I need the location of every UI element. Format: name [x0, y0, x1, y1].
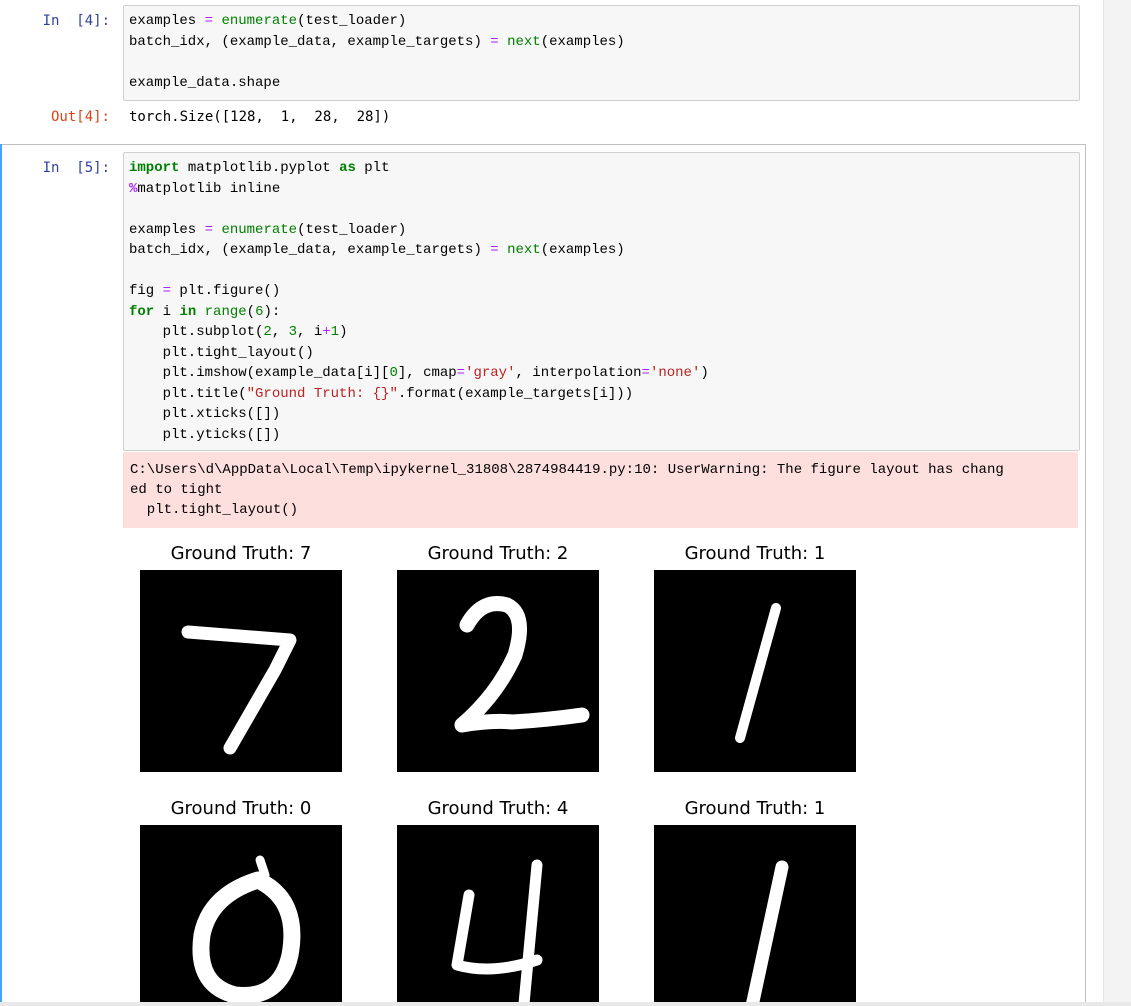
digit-image	[397, 570, 599, 772]
stderr-line: C:\Users\d\AppData\Local\Temp\ipykernel_…	[130, 462, 1004, 478]
cell4-code[interactable]: examples = enumerate(test_loader) batch_…	[129, 11, 625, 93]
stderr-line: plt.tight_layout()	[130, 502, 299, 518]
subplot-title: Ground Truth: 1	[684, 543, 826, 564]
code-line: plt.tight_layout()	[129, 344, 314, 361]
cell5-code[interactable]: import matplotlib.pyplot as plt %matplot…	[129, 158, 709, 445]
subplot-4: Ground Truth: 0	[126, 798, 356, 1002]
code-line: batch_idx, (example_data, example_target…	[129, 242, 625, 258]
stderr-text: C:\Users\d\AppData\Local\Temp\ipykernel_…	[130, 460, 1004, 520]
cell4-code-editor[interactable]: examples = enumerate(test_loader) batch_…	[123, 5, 1080, 101]
subplot-3: Ground Truth: 1	[640, 543, 870, 783]
digit-image	[140, 825, 342, 1002]
subplot-2: Ground Truth: 2	[383, 543, 613, 783]
notebook-area: In [4]: examples = enumerate(test_loader…	[0, 0, 1103, 1002]
subplot-title: Ground Truth: 1	[684, 798, 826, 819]
code-line: for i in range(6):	[129, 303, 281, 320]
code-line: examples = enumerate(test_loader)	[129, 13, 407, 29]
digit-image	[397, 825, 599, 1002]
horizontal-scrollbar[interactable]	[0, 1002, 1131, 1006]
code-line: example_data.shape	[129, 74, 281, 91]
stderr-line: ed to tight	[130, 482, 223, 498]
subplot-title: Ground Truth: 0	[170, 798, 312, 819]
digit-image	[140, 570, 342, 772]
cell5-code-editor[interactable]: import matplotlib.pyplot as plt %matplot…	[123, 152, 1080, 451]
code-line: import matplotlib.pyplot as plt	[129, 160, 390, 176]
code-line: fig = plt.figure()	[129, 283, 281, 299]
digit-image	[654, 570, 856, 772]
code-line: plt.subplot(2, 3, i+1)	[129, 324, 348, 340]
cell5-in-prompt: In [5]:	[42, 160, 110, 176]
subplot-6: Ground Truth: 1	[640, 798, 870, 1002]
vertical-scrollbar[interactable]	[1103, 0, 1131, 1006]
cell4-output: torch.Size([128, 1, 28, 28])	[129, 109, 391, 125]
selected-cell-indicator	[0, 144, 2, 1002]
cell4-in-prompt: In [4]:	[42, 13, 110, 29]
code-line: batch_idx, (example_data, example_target…	[129, 33, 625, 50]
code-line: %matplotlib inline	[129, 180, 281, 197]
stderr-output: C:\Users\d\AppData\Local\Temp\ipykernel_…	[123, 452, 1078, 528]
cell4-out-prompt: Out[4]:	[50, 109, 110, 125]
subplot-title: Ground Truth: 2	[427, 543, 569, 564]
subplot-1: Ground Truth: 7	[126, 543, 356, 783]
subplot-title: Ground Truth: 7	[170, 543, 312, 564]
subplot-5: Ground Truth: 4	[383, 798, 613, 1002]
code-line: plt.title("Ground Truth: {}".format(exam…	[129, 385, 634, 402]
digit-image	[654, 825, 856, 1002]
code-line: plt.yticks([])	[129, 426, 281, 443]
code-line: plt.xticks([])	[129, 406, 281, 422]
subplot-title: Ground Truth: 4	[427, 798, 569, 819]
code-line: examples = enumerate(test_loader)	[129, 221, 407, 238]
code-line: plt.imshow(example_data[i][0], cmap='gra…	[129, 365, 709, 381]
